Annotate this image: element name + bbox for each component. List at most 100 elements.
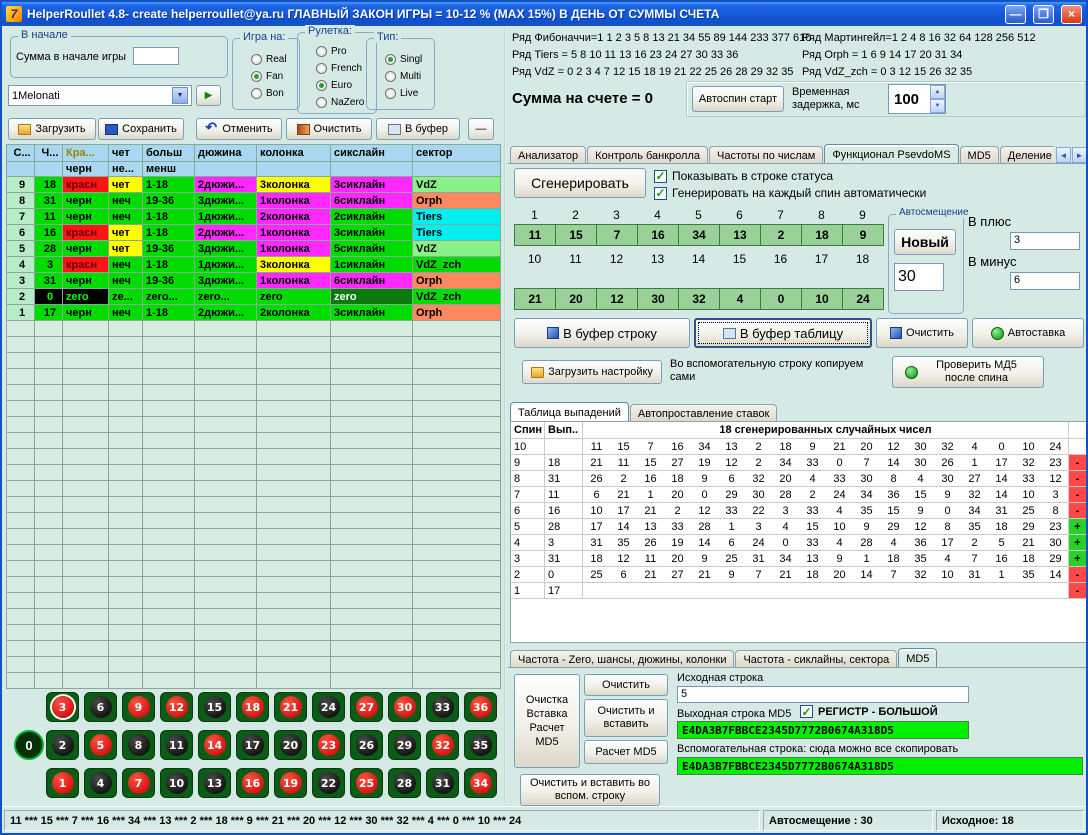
checkbox-generate-each-spin[interactable]: ✓ Генерировать на каждый спин автоматиче… bbox=[654, 186, 926, 200]
board-number-24[interactable]: 24 bbox=[312, 692, 345, 722]
board-number-6[interactable]: 6 bbox=[84, 692, 117, 722]
board-number-35[interactable]: 35 bbox=[464, 730, 497, 760]
tab-md5[interactable]: MD5 bbox=[960, 146, 999, 164]
board-number-14[interactable]: 14 bbox=[198, 730, 231, 760]
tab-scroll-right-icon[interactable]: ► bbox=[1072, 147, 1087, 163]
tab-анализатор[interactable]: Анализатор bbox=[510, 146, 586, 164]
board-number-9[interactable]: 9 bbox=[122, 692, 155, 722]
radio-option-live[interactable]: Live bbox=[379, 85, 422, 102]
tab-md5[interactable]: MD5 bbox=[898, 648, 937, 668]
spin-row[interactable]: 3311812112092531341391183547161829+ bbox=[511, 551, 1087, 567]
board-number-20[interactable]: 20 bbox=[274, 730, 307, 760]
radio-option-euro[interactable]: Euro bbox=[310, 77, 364, 94]
copy-row-button[interactable]: В буфер строку bbox=[514, 318, 690, 348]
board-number-21[interactable]: 21 bbox=[274, 692, 307, 722]
board-number-31[interactable]: 31 bbox=[426, 768, 459, 798]
board-number-19[interactable]: 19 bbox=[274, 768, 307, 798]
radio-option-bon[interactable]: Bon bbox=[245, 85, 287, 102]
spin-up-icon[interactable]: ▲ bbox=[930, 85, 945, 99]
md5-aux-field[interactable]: E4DA3B7FBBCE2345D7772B0674A318D5 bbox=[677, 757, 1083, 775]
board-number-28[interactable]: 28 bbox=[388, 768, 421, 798]
collapse-button[interactable]: — bbox=[468, 118, 494, 140]
tab-частоты-по-числам[interactable]: Частоты по числам bbox=[709, 146, 823, 164]
board-number-4[interactable]: 4 bbox=[84, 768, 117, 798]
board-number-16[interactable]: 16 bbox=[236, 768, 269, 798]
save-button[interactable]: Сохранить bbox=[98, 118, 184, 140]
spin-row[interactable]: 5281714133328134151092912835182923+ bbox=[511, 519, 1087, 535]
chevron-down-icon[interactable]: ▼ bbox=[172, 87, 188, 104]
tab-таблица-выпадений[interactable]: Таблица выпадений bbox=[510, 402, 629, 422]
history-row[interactable]: 918краснчет1-182дюжи...3колонка3сиклайнV… bbox=[7, 177, 501, 193]
radio-option-multi[interactable]: Multi bbox=[379, 68, 422, 85]
spin-row[interactable]: 202562127219721182014732103113514- bbox=[511, 567, 1087, 583]
md5-calc-button[interactable]: Расчет MD5 bbox=[584, 740, 668, 764]
spin-down-icon[interactable]: ▼ bbox=[930, 99, 945, 113]
clear-grid-button[interactable]: Очистить bbox=[876, 318, 968, 348]
board-number-33[interactable]: 33 bbox=[426, 692, 459, 722]
generate-button[interactable]: Сгенерировать bbox=[514, 168, 646, 198]
history-row[interactable]: 711черннеч1-181дюжи...2колонка2сиклайнTi… bbox=[7, 209, 501, 225]
tab-контроль-банкролла[interactable]: Контроль банкролла bbox=[587, 146, 708, 164]
board-number-26[interactable]: 26 bbox=[350, 730, 383, 760]
clear-button[interactable]: Очистить bbox=[286, 118, 372, 140]
radio-option-french[interactable]: French bbox=[310, 60, 364, 77]
spin-row[interactable]: 831262161896322043330843027143312- bbox=[511, 471, 1087, 487]
undo-button[interactable]: Отменить bbox=[196, 118, 282, 140]
tab-деление-ко[interactable]: Деление ко... bbox=[1000, 146, 1054, 164]
board-number-8[interactable]: 8 bbox=[122, 730, 155, 760]
delay-input[interactable]: 100 bbox=[889, 85, 930, 113]
board-number-30[interactable]: 30 bbox=[388, 692, 421, 722]
plus-input[interactable]: 3 bbox=[1010, 232, 1080, 250]
sum-start-input[interactable] bbox=[133, 47, 179, 65]
buffer-button[interactable]: В буфер bbox=[376, 118, 460, 140]
history-row[interactable]: 117черннеч1-182дюжи...2колонка3сиклайнOr… bbox=[7, 305, 501, 321]
new-button[interactable]: Новый bbox=[894, 229, 956, 255]
profile-select[interactable]: 1Melonati ▼ bbox=[8, 85, 192, 106]
board-zero[interactable]: 0 bbox=[14, 730, 44, 760]
autobet-button[interactable]: Автоставка bbox=[972, 318, 1084, 348]
board-number-27[interactable]: 27 bbox=[350, 692, 383, 722]
board-number-22[interactable]: 22 bbox=[312, 768, 345, 798]
board-number-13[interactable]: 13 bbox=[198, 768, 231, 798]
start-button[interactable]: ▶ bbox=[196, 85, 221, 106]
board-number-29[interactable]: 29 bbox=[388, 730, 421, 760]
load-settings-button[interactable]: Загрузить настройку bbox=[522, 360, 662, 384]
autospin-start-button[interactable]: Автоспин старт bbox=[692, 86, 784, 112]
spin-row[interactable]: 711621120029302822434361593214103- bbox=[511, 487, 1087, 503]
board-number-12[interactable]: 12 bbox=[160, 692, 193, 722]
board-number-25[interactable]: 25 bbox=[350, 768, 383, 798]
spin-row[interactable]: 43313526191462403342843617252130+ bbox=[511, 535, 1087, 551]
copy-table-button[interactable]: В буфер таблицу bbox=[694, 318, 872, 348]
board-number-7[interactable]: 7 bbox=[122, 768, 155, 798]
board-number-10[interactable]: 10 bbox=[160, 768, 193, 798]
minimize-button[interactable]: — bbox=[1005, 5, 1026, 24]
board-number-2[interactable]: 2 bbox=[46, 730, 79, 760]
radio-option-real[interactable]: Real bbox=[245, 51, 287, 68]
board-number-18[interactable]: 18 bbox=[236, 692, 269, 722]
md5-source-input[interactable]: 5 bbox=[677, 686, 969, 703]
radio-option-nazero[interactable]: NaZero bbox=[310, 94, 364, 111]
md5-clear-button[interactable]: Очистить bbox=[584, 674, 668, 696]
history-row[interactable]: 20zeroze...zero...zero...zerozeroVdZ_zch bbox=[7, 289, 501, 305]
history-row[interactable]: 616краснчет1-182дюжи...1колонка3сиклайнT… bbox=[7, 225, 501, 241]
spin-row[interactable]: 616101721212332233343515903431258- bbox=[511, 503, 1087, 519]
board-number-23[interactable]: 23 bbox=[312, 730, 345, 760]
history-row[interactable]: 831черннеч19-363дюжи...1колонка6сиклайнO… bbox=[7, 193, 501, 209]
board-number-15[interactable]: 15 bbox=[198, 692, 231, 722]
radio-option-singl[interactable]: Singl bbox=[379, 51, 422, 68]
autoshift-value[interactable]: 30 bbox=[894, 263, 944, 291]
board-number-3[interactable]: 3 bbox=[46, 692, 79, 722]
history-row[interactable]: 43красннеч1-181дюжи...3колонка1сиклайнVd… bbox=[7, 257, 501, 273]
md5-output-field[interactable]: E4DA3B7FBBCE2345D7772B0674A318D5 bbox=[677, 721, 969, 739]
board-number-34[interactable]: 34 bbox=[464, 768, 497, 798]
md5-clear-paste-aux-button[interactable]: Очистить и вставить во вспом. строку bbox=[520, 774, 660, 806]
md5-clear-paste-button[interactable]: Очистить и вставить bbox=[584, 699, 668, 737]
history-row[interactable]: 331черннеч19-363дюжи...1колонка6сиклайнO… bbox=[7, 273, 501, 289]
spin-row[interactable]: 117- bbox=[511, 583, 1087, 599]
checkbox-show-in-status[interactable]: ✓ Показывать в строке статуса bbox=[654, 169, 833, 183]
tab-scroll-left-icon[interactable]: ◄ bbox=[1056, 147, 1071, 163]
board-number-36[interactable]: 36 bbox=[464, 692, 497, 722]
board-number-5[interactable]: 5 bbox=[84, 730, 117, 760]
load-button[interactable]: Загрузить bbox=[8, 118, 96, 140]
spin-row[interactable]: 91821111527191223433071430261173223- bbox=[511, 455, 1087, 471]
